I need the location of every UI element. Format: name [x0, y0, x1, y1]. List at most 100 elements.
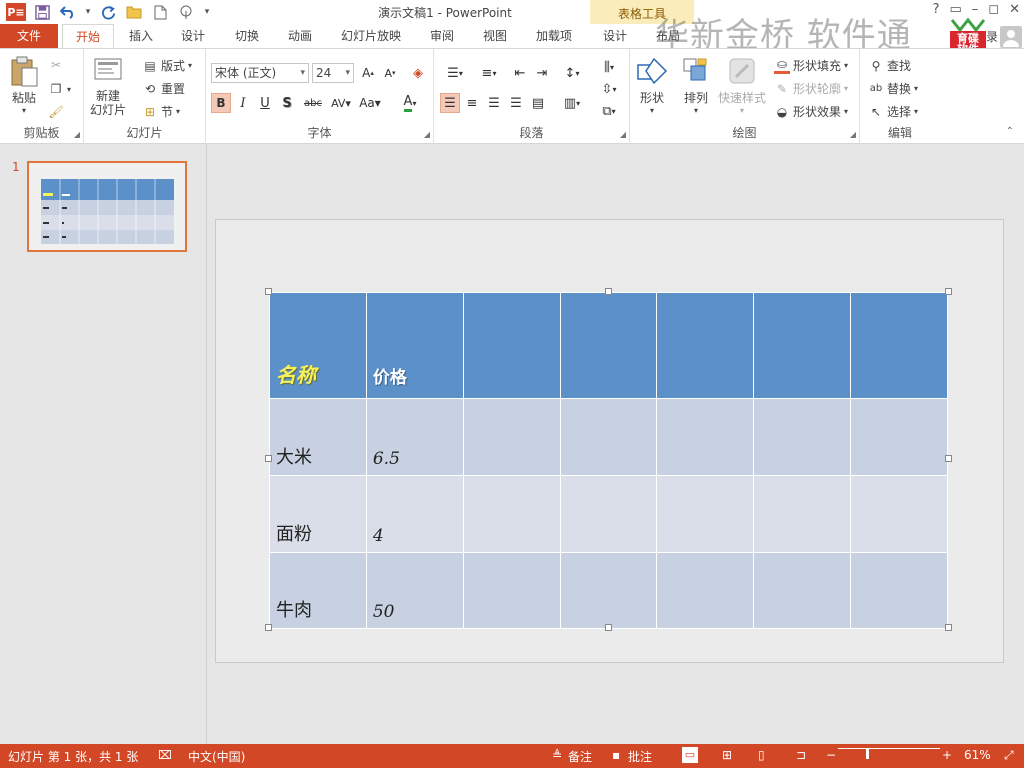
table-cell[interactable]: 牛肉	[269, 552, 367, 629]
cut-button[interactable]: ✂	[48, 57, 64, 73]
table-cell[interactable]: 名称	[269, 292, 367, 399]
close-icon[interactable]: ✕	[1009, 2, 1020, 17]
tab-view[interactable]: 视图	[472, 24, 518, 48]
align-center-button[interactable]: ≡	[462, 93, 482, 113]
layout-button[interactable]: ▤ 版式 ▾	[142, 57, 192, 74]
paragraph-launcher-icon[interactable]: ◢	[620, 130, 626, 139]
italic-button[interactable]: I	[233, 93, 253, 113]
align-text-button[interactable]: ⇳ ▾	[594, 79, 624, 99]
font-launcher-icon[interactable]: ◢	[424, 130, 430, 139]
powerpoint-logo-icon[interactable]: P≡	[6, 3, 26, 21]
table-cell[interactable]	[850, 398, 948, 476]
notes-button[interactable]: 备注	[568, 748, 592, 765]
align-left-button[interactable]: ☰	[440, 93, 460, 113]
line-spacing-button[interactable]: ↕ ▾	[558, 63, 586, 83]
table-cell[interactable]	[656, 292, 755, 399]
notes-icon[interactable]: ≜	[552, 748, 562, 762]
language-indicator[interactable]: 中文(中国)	[188, 748, 245, 765]
table-cell[interactable]	[656, 398, 755, 476]
reading-view-icon[interactable]: ▯	[758, 748, 765, 762]
table-cell[interactable]	[462, 292, 561, 399]
comments-button[interactable]: 批注	[628, 748, 652, 765]
table-cell[interactable]	[656, 475, 755, 553]
align-right-button[interactable]: ☰	[484, 93, 504, 113]
paste-button[interactable]: 粘贴 ▾	[8, 55, 40, 115]
reset-button[interactable]: ⟲ 重置	[142, 80, 185, 97]
save-icon[interactable]	[32, 2, 52, 22]
change-case-button[interactable]: Aa▾	[356, 93, 384, 113]
increase-indent-icon[interactable]: ⇥	[532, 63, 552, 83]
table-cell[interactable]	[462, 552, 561, 629]
table-cell[interactable]	[559, 475, 658, 553]
new-slide-button[interactable]: 新建 幻灯片	[90, 55, 126, 117]
arrange-button[interactable]: 排列 ▾	[680, 55, 712, 115]
shrink-font-button[interactable]: A ▾	[380, 63, 400, 83]
distributed-button[interactable]: ▤	[528, 93, 548, 113]
font-size-combo[interactable]: 24 ▾	[312, 63, 354, 83]
shape-outline-button[interactable]: ✎ 形状轮廓 ▾	[774, 80, 848, 97]
bold-button[interactable]: B	[211, 93, 231, 113]
account-name-partial[interactable]: 录	[986, 28, 998, 45]
table-cell[interactable]	[753, 475, 852, 553]
text-shadow-button[interactable]: S	[277, 93, 297, 113]
table-cell[interactable]: 50	[365, 552, 464, 629]
resize-handle[interactable]	[945, 624, 952, 631]
zoom-out-icon[interactable]: −	[826, 748, 836, 762]
tab-table-design[interactable]: 设计	[592, 24, 638, 48]
shape-fill-button[interactable]: ⛀ 形状填充 ▾	[774, 57, 848, 74]
slideshow-view-icon[interactable]: ⊐	[796, 748, 806, 762]
numbering-button[interactable]: ≡ ▾	[474, 63, 504, 83]
table-cell[interactable]	[559, 552, 658, 629]
font-color-button[interactable]: A ▾	[396, 93, 424, 113]
table-cell[interactable]	[462, 398, 561, 476]
drawing-launcher-icon[interactable]: ◢	[850, 130, 856, 139]
grow-font-button[interactable]: A ▴	[358, 63, 378, 83]
table-cell[interactable]	[753, 552, 852, 629]
font-name-combo[interactable]: 宋体 (正文) ▾	[211, 63, 309, 83]
table-cell[interactable]	[559, 398, 658, 476]
select-button[interactable]: ↖ 选择 ▾	[868, 103, 918, 120]
columns-button[interactable]: ▥ ▾	[558, 93, 586, 113]
maximize-icon[interactable]: ◻	[988, 2, 999, 17]
undo-icon[interactable]	[58, 2, 78, 22]
tab-insert[interactable]: 插入	[118, 24, 164, 48]
clear-formatting-icon[interactable]: ◈	[408, 63, 428, 83]
redo-icon[interactable]	[98, 2, 118, 22]
table-cell[interactable]	[656, 552, 755, 629]
new-document-icon[interactable]	[150, 2, 170, 22]
quick-styles-button[interactable]: 快速样式 ▾	[718, 55, 766, 115]
tab-file[interactable]: 文件	[0, 24, 58, 48]
user-avatar[interactable]	[1000, 26, 1022, 48]
undo-dropdown-icon[interactable]: ▾	[84, 2, 92, 22]
justify-button[interactable]: ☰	[506, 93, 526, 113]
normal-view-icon[interactable]: ▭	[682, 747, 698, 763]
resize-handle[interactable]	[605, 288, 612, 295]
shapes-button[interactable]: 形状 ▾	[636, 55, 668, 115]
tab-transitions[interactable]: 切换	[224, 24, 270, 48]
replace-button[interactable]: ab 替换 ▾	[868, 80, 918, 97]
find-button[interactable]: ⚲ 查找	[868, 57, 911, 74]
slide-thumbnail[interactable]	[27, 161, 187, 252]
table-cell[interactable]: 大米	[269, 398, 367, 476]
table-cell[interactable]	[753, 398, 852, 476]
touch-mode-icon[interactable]	[176, 2, 196, 22]
slide-sorter-icon[interactable]: ⊞	[722, 748, 732, 762]
shape-effects-button[interactable]: ◒ 形状效果 ▾	[774, 103, 848, 120]
table-cell[interactable]: 4	[365, 475, 464, 553]
copy-button[interactable]: ❐ ▾	[48, 81, 71, 97]
resize-handle[interactable]	[265, 624, 272, 631]
table-cell[interactable]	[462, 475, 561, 553]
comments-icon[interactable]: ▪	[612, 748, 620, 762]
underline-button[interactable]: U	[255, 93, 275, 113]
table-cell[interactable]: 面粉	[269, 475, 367, 553]
table-cell[interactable]: 6.5	[365, 398, 464, 476]
character-spacing-button[interactable]: AV▾	[328, 93, 354, 113]
clipboard-launcher-icon[interactable]: ◢	[74, 130, 80, 139]
paste-dropdown-icon[interactable]: ▾	[22, 106, 26, 115]
format-painter-button[interactable]: 🖌	[48, 104, 64, 120]
collapse-ribbon-icon[interactable]: ⌃	[1006, 126, 1014, 137]
tab-slideshow[interactable]: 幻灯片放映	[334, 24, 408, 48]
smartart-button[interactable]: ⧉ ▾	[594, 101, 624, 121]
table-cell[interactable]	[850, 475, 948, 553]
table-cell[interactable]	[850, 292, 948, 399]
